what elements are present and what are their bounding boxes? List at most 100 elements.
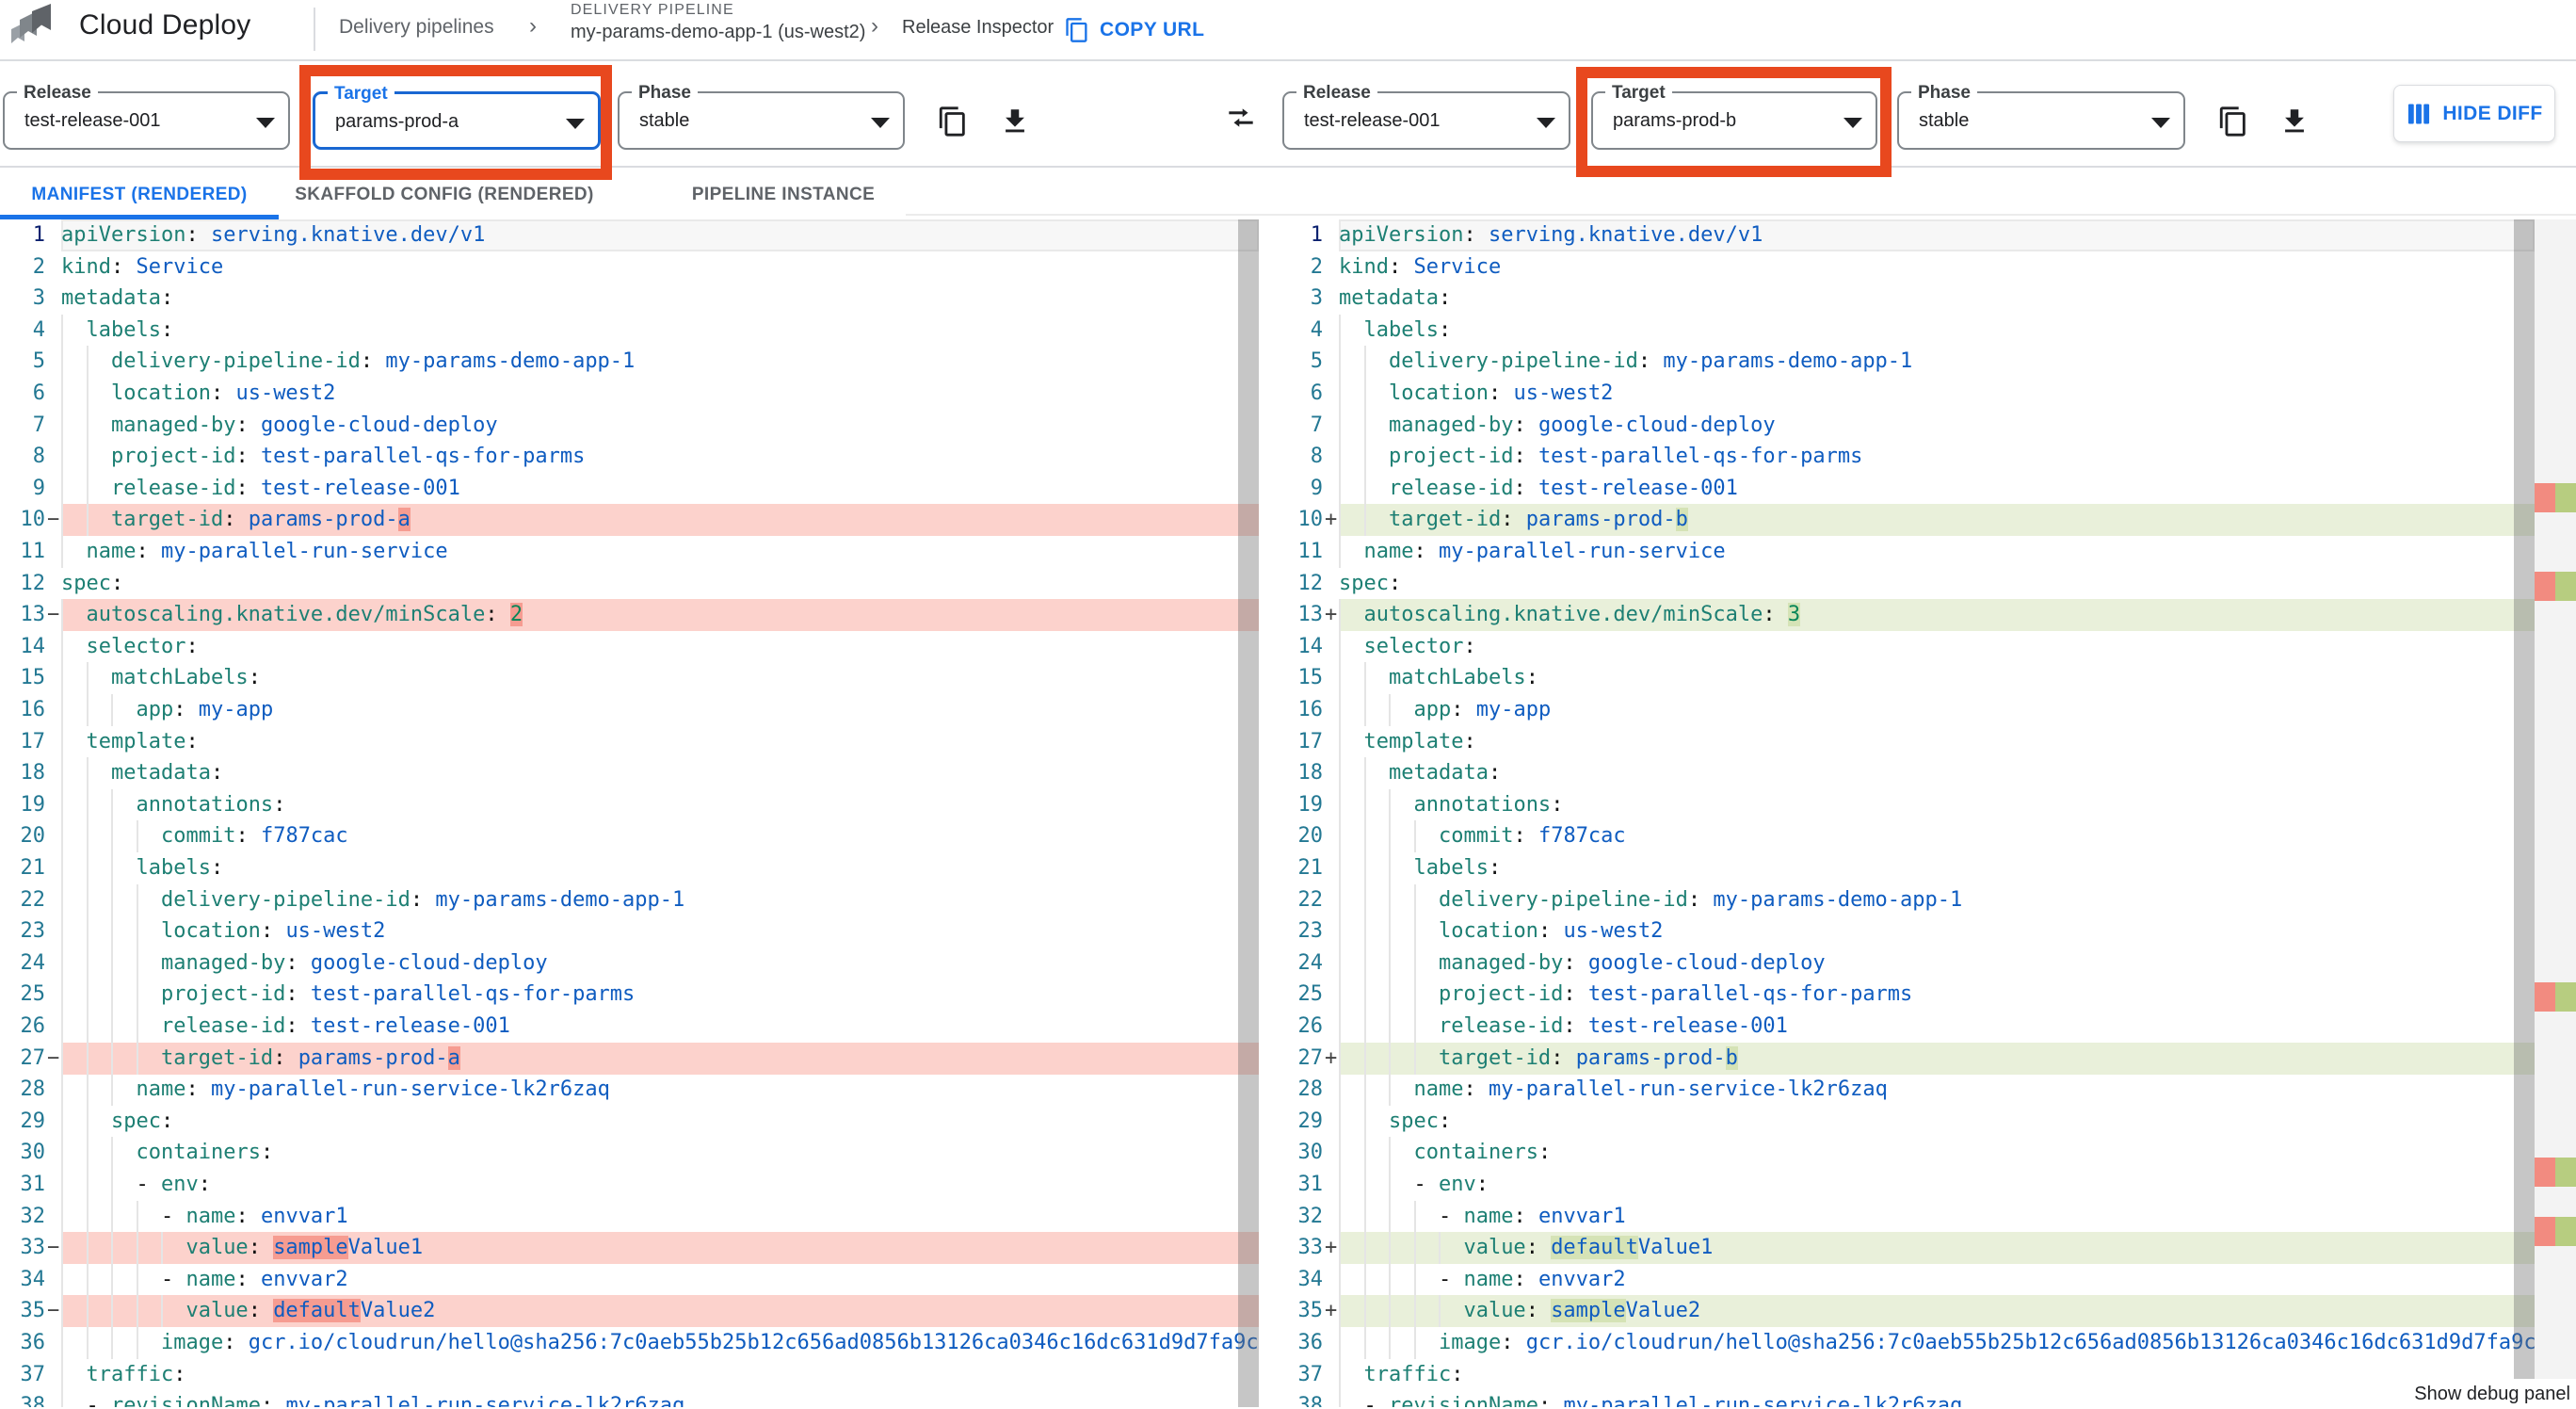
- line-number: 2: [32, 254, 45, 279]
- code-text: managed-by: google-cloud-deploy: [110, 413, 498, 437]
- line-highlight: [61, 283, 1259, 315]
- line-highlight: [1339, 1169, 2535, 1201]
- code-line: 27 + target-id: params-prod-b: [1296, 1042, 2535, 1075]
- release-select-right[interactable]: Release test-release-001: [1282, 83, 1570, 150]
- release-compare-toolbar: Release test-release-001 Target params-p…: [0, 62, 2576, 168]
- code-text: kind: Service: [61, 254, 224, 279]
- line-number: 7: [1310, 413, 1323, 437]
- ruler-added-mark: [2555, 1217, 2576, 1246]
- code-text: - name: envvar2: [160, 1267, 348, 1291]
- code-text: project-id: test-parallel-qs-for-parms: [160, 982, 636, 1007]
- line-highlight: [61, 1106, 1259, 1138]
- line-number: 2: [1310, 254, 1323, 279]
- tab-pipeline-instance[interactable]: PIPELINE INSTANCE: [657, 170, 910, 219]
- code-line: 12 spec:: [0, 568, 1259, 600]
- line-highlight: [61, 568, 1259, 600]
- tab-skaffold-config-rendered[interactable]: SKAFFOLD CONFIG (RENDERED): [279, 170, 610, 219]
- release-select-left-label: Release: [17, 83, 98, 104]
- code-line: 28 name: my-parallel-run-service-lk2r6za…: [1296, 1074, 2535, 1107]
- code-text: location: us-west2: [110, 381, 336, 405]
- line-highlight: [61, 315, 1259, 347]
- code-line: 36 image: gcr.io/cloudrun/hello@sha256:7…: [0, 1327, 1259, 1359]
- line-number: 11: [1297, 540, 1324, 563]
- tab-manifest-rendered[interactable]: MANIFEST (RENDERED): [0, 170, 279, 219]
- target-select-right[interactable]: Target params-prod-b: [1591, 83, 1877, 150]
- scrollbar-thumb-left[interactable]: [1238, 219, 1259, 1407]
- phase-select-right[interactable]: Phase stable: [1897, 83, 2185, 150]
- code-text: target-id: params-prod-a: [110, 508, 411, 532]
- code-line: 34 - name: envvar2: [0, 1263, 1259, 1296]
- copy-url-button[interactable]: COPY URL: [1064, 10, 1204, 50]
- line-number: 20: [20, 824, 46, 849]
- code-text: labels:: [1363, 317, 1452, 342]
- show-debug-panel-link[interactable]: Show debug panel: [2399, 1379, 2576, 1407]
- line-number: 13: [20, 603, 46, 627]
- line-number: 19: [1297, 792, 1324, 817]
- line-highlight: [1339, 315, 2535, 347]
- scrollbar-thumb-right[interactable]: [2514, 219, 2535, 1407]
- line-number: 17: [20, 729, 46, 753]
- code-line: 7 managed-by: google-cloud-deploy: [1296, 409, 2535, 442]
- diff-marker: −: [47, 603, 60, 627]
- code-line: 29 spec:: [0, 1105, 1259, 1138]
- breadcrumb-pipeline[interactable]: DELIVERY PIPELINE my-params-demo-app-1 (…: [571, 2, 865, 43]
- code-text: autoscaling.knative.dev/minScale: 2: [86, 603, 523, 627]
- ruler-removed-mark: [2535, 483, 2555, 512]
- diff-panel-original[interactable]: 1 apiVersion: serving.knative.dev/v1 2 kind…: [0, 219, 1259, 1407]
- line-number: 33: [20, 1236, 46, 1260]
- target-select-left[interactable]: Target params-prod-a: [313, 84, 601, 150]
- code-text: image: gcr.io/cloudrun/hello@sha256:7c0a…: [160, 1331, 1259, 1354]
- code-text: - name: envvar2: [1438, 1267, 1626, 1291]
- line-number: 36: [1297, 1331, 1324, 1354]
- code-line: 8 project-id: test-parallel-qs-for-parms: [1296, 441, 2535, 474]
- code-line: 1 apiVersion: serving.knative.dev/v1: [1296, 219, 2535, 251]
- code-text: apiVersion: serving.knative.dev/v1: [1339, 223, 1763, 247]
- chevron-right-icon: ›: [871, 13, 878, 39]
- line-number: 34: [20, 1267, 46, 1291]
- code-line: 35 + value: sampleValue2: [1296, 1295, 2535, 1328]
- code-line: 11 name: my-parallel-run-service: [0, 536, 1259, 568]
- code-line: 23 location: us-west2: [0, 915, 1259, 948]
- line-number: 34: [1297, 1267, 1324, 1291]
- download-manifest-left-icon[interactable]: [999, 105, 1031, 138]
- code-line: 25 project-id: test-parallel-qs-for-parm…: [0, 979, 1259, 1012]
- breadcrumb-delivery-pipelines[interactable]: Delivery pipelines: [339, 16, 494, 39]
- line-number: 7: [32, 413, 45, 437]
- download-manifest-right-icon[interactable]: [2278, 105, 2310, 138]
- code-line: 23 location: us-west2: [1296, 915, 2535, 948]
- line-number: 37: [20, 1362, 46, 1386]
- line-highlight: [61, 726, 1259, 758]
- code-text: selector:: [1363, 634, 1476, 658]
- line-number: 26: [1297, 1014, 1324, 1038]
- code-line: 24 managed-by: google-cloud-deploy: [0, 947, 1259, 980]
- copy-manifest-right-icon[interactable]: [2217, 105, 2249, 138]
- code-text: value: sampleValue2: [1463, 1299, 1701, 1323]
- code-line: 20 commit: f787cac: [1296, 820, 2535, 853]
- line-number: 28: [20, 1077, 46, 1102]
- phase-select-left[interactable]: Phase stable: [618, 83, 905, 150]
- phase-select-right-label: Phase: [1911, 83, 1977, 104]
- code-text: traffic:: [86, 1362, 186, 1386]
- target-select-right-label: Target: [1605, 83, 1672, 104]
- code-text: labels:: [86, 317, 174, 342]
- swap-targets-icon[interactable]: [1227, 104, 1255, 132]
- line-highlight: [61, 1359, 1259, 1391]
- code-line: 4 labels:: [1296, 314, 2535, 347]
- code-text: metadata:: [110, 761, 224, 785]
- diff-overview-ruler[interactable]: [2535, 219, 2576, 1407]
- line-number: 3: [32, 286, 45, 311]
- line-number: 33: [1297, 1236, 1324, 1260]
- line-number: 29: [20, 1109, 46, 1133]
- code-text: commit: f787cac: [160, 824, 348, 849]
- line-number: 30: [1297, 1141, 1324, 1165]
- diff-panel-modified[interactable]: 1 apiVersion: serving.knative.dev/v1 2 kind…: [1296, 219, 2535, 1407]
- line-highlight: [61, 757, 1259, 789]
- code-text: matchLabels:: [110, 666, 261, 690]
- copy-manifest-left-icon[interactable]: [937, 105, 969, 138]
- diff-marker: −: [47, 1299, 60, 1323]
- code-text: - name: envvar1: [160, 1204, 348, 1228]
- line-number: 12: [1297, 571, 1324, 595]
- code-line: 10 + target-id: params-prod-b: [1296, 504, 2535, 537]
- hide-diff-button[interactable]: HIDE DIFF: [2393, 85, 2555, 142]
- release-select-left[interactable]: Release test-release-001: [3, 83, 290, 150]
